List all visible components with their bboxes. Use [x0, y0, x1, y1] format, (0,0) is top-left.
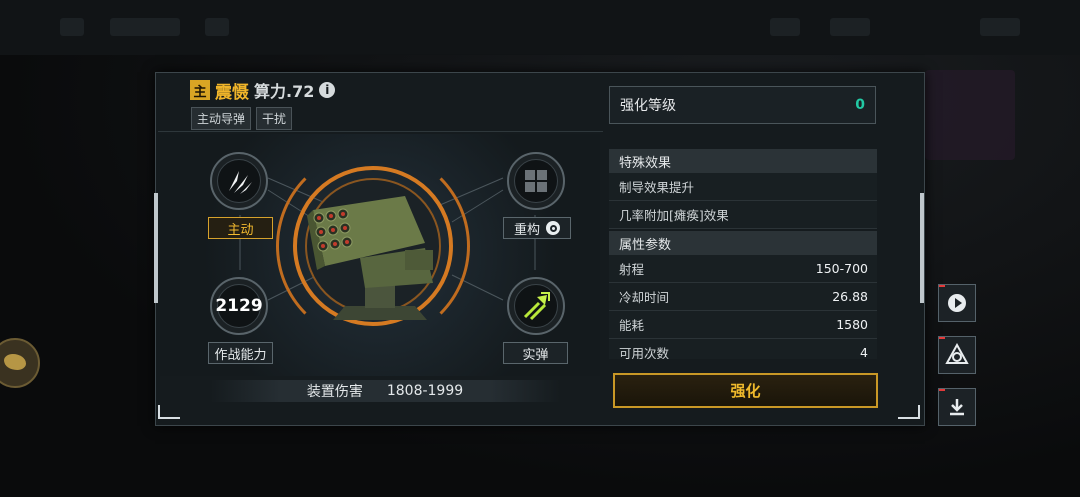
combat-power-value: 2129	[215, 296, 263, 316]
reform-slot-label[interactable]: 重构	[503, 217, 571, 239]
attributes-header: 属性参数	[609, 231, 877, 255]
special-effect-item: 制导效果提升	[609, 173, 877, 201]
device-damage-bar: 装置伤害 1808-1999	[210, 380, 560, 402]
attribute-value: 1580	[836, 317, 868, 332]
enhance-level-label: 强化等级	[620, 98, 676, 114]
attribute-name: 射程	[619, 262, 645, 277]
enhance-level-value: 0	[855, 97, 865, 113]
ammo-type-icon[interactable]	[507, 277, 565, 335]
attribute-name: 冷却时间	[619, 290, 670, 305]
emblem-button[interactable]	[938, 336, 976, 374]
active-skill-icon[interactable]	[210, 152, 268, 210]
special-effect-item: 几率附加[瘫痪]效果	[609, 201, 877, 229]
attribute-row: 能耗 1580	[609, 311, 877, 339]
play-icon	[948, 294, 966, 312]
missile-launcher-image	[307, 196, 433, 320]
special-effect-text: 几率附加[瘫痪]效果	[619, 208, 729, 223]
enhance-button[interactable]: 强化	[613, 373, 878, 408]
special-effect-text: 制导效果提升	[619, 180, 695, 195]
reform-lock-icon	[546, 221, 560, 235]
ammo-type-label: 实弹	[503, 342, 568, 364]
special-effects-header: 特殊效果	[609, 149, 877, 173]
combat-power-label: 作战能力	[208, 342, 273, 364]
download-button[interactable]	[938, 388, 976, 426]
attribute-value: 4	[860, 345, 868, 359]
active-slot-label[interactable]: 主动	[208, 217, 273, 239]
reform-label-text: 重构	[513, 222, 540, 238]
attribute-name: 可用次数	[619, 346, 670, 359]
reform-module-icon[interactable]	[507, 152, 565, 210]
download-icon	[950, 399, 964, 416]
enhance-level-box: 强化等级 0	[609, 86, 876, 124]
emblem-icon	[945, 343, 969, 364]
stats-panel[interactable]: 特殊效果 制导效果提升 几率附加[瘫痪]效果 属性参数 射程 150-700 冷…	[609, 149, 877, 359]
damage-label: 装置伤害	[306, 384, 363, 400]
attribute-row: 可用次数 4	[609, 339, 877, 359]
attribute-value: 150-700	[815, 261, 868, 276]
combat-power-icon: 2129	[210, 277, 268, 335]
attribute-name: 能耗	[619, 318, 645, 333]
attribute-value: 26.88	[832, 289, 868, 304]
damage-value: 1808-1999	[386, 383, 464, 399]
play-button[interactable]	[938, 284, 976, 322]
connector-lines	[239, 177, 536, 301]
attribute-row: 冷却时间 26.88	[609, 283, 877, 311]
attribute-row: 射程 150-700	[609, 255, 877, 283]
